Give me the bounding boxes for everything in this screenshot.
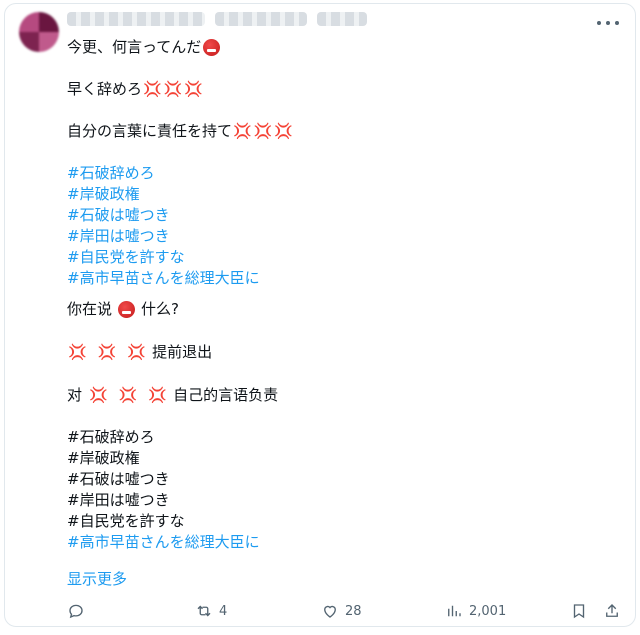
translated-hashtag: #岸田は嘘つき	[67, 491, 170, 509]
views-count: 2,001	[469, 603, 507, 619]
hashtag-link[interactable]: #岸破政権	[67, 184, 607, 205]
action-bar: 4 28 2,001	[67, 602, 619, 622]
text-line: 今更、何言ってんだ	[67, 37, 607, 58]
timestamp-redacted[interactable]	[317, 12, 367, 26]
hashtag-link[interactable]: #自民党を許すな	[67, 247, 607, 268]
translation-line: 你在说 什么?	[67, 299, 607, 320]
reply-icon	[69, 604, 83, 619]
anger-symbol-icon: 💢	[184, 80, 204, 98]
hashtag-link[interactable]: #高市早苗さんを総理大臣に	[67, 268, 607, 289]
translated-hashtag: #石破は嘘つき	[67, 470, 170, 488]
anger-symbol-icon: 💢	[118, 386, 138, 404]
translation-line: 💢 💢 💢 提前退出	[67, 342, 607, 363]
text-segment: 自分の言葉に責任を持て	[67, 122, 233, 140]
translated-hashtag: #岸破政権	[67, 449, 140, 467]
anger-symbol-icon: 💢	[127, 343, 147, 361]
heart-icon	[324, 605, 336, 618]
anger-symbol-icon: 💢	[274, 122, 294, 140]
more-options-icon[interactable]	[597, 16, 619, 30]
text-segment: 早く辞めろ	[67, 80, 143, 98]
hashtag-link[interactable]: #石破辞めろ	[67, 163, 607, 184]
retweet-count: 4	[219, 603, 228, 619]
like-button[interactable]: 28	[321, 602, 362, 620]
bookmark-icon	[573, 604, 585, 619]
anger-symbol-icon: 💢	[89, 386, 108, 404]
angry-face-icon	[203, 39, 221, 56]
hashtag-link[interactable]: #岸田は嘘つき	[67, 226, 607, 247]
translation-line: 对 💢 💢 💢 自己的言语负责	[67, 385, 607, 406]
text-segment: 什么?	[141, 300, 179, 318]
text-line: 早く辞めろ 💢 💢 💢	[67, 79, 607, 100]
views-button[interactable]: 2,001	[445, 602, 506, 620]
text-segment: 对	[67, 386, 83, 404]
retweet-icon	[197, 605, 211, 617]
display-name-redacted[interactable]	[67, 12, 205, 26]
handle-redacted[interactable]	[215, 12, 307, 26]
like-count: 28	[345, 603, 362, 619]
hashtag-link[interactable]: #石破は嘘つき	[67, 205, 607, 226]
anger-symbol-icon: 💢	[163, 80, 183, 98]
anger-symbol-icon: 💢	[148, 386, 168, 404]
text-segment: 今更、何言ってんだ	[67, 38, 202, 56]
anger-symbol-icon: 💢	[143, 80, 162, 98]
hashtag-link[interactable]: #高市早苗さんを総理大臣に	[67, 532, 607, 553]
text-segment: 自己的言语负责	[173, 386, 279, 404]
show-more-link[interactable]: 显示更多	[67, 568, 127, 589]
angry-face-icon	[118, 301, 136, 318]
reply-button[interactable]	[67, 602, 91, 620]
text-segment: 提前退出	[152, 343, 213, 361]
avatar[interactable]	[19, 12, 59, 52]
share-icon	[606, 604, 618, 617]
anger-symbol-icon: 💢	[233, 122, 252, 140]
views-chart-icon	[448, 605, 461, 617]
tweet-card[interactable]: 今更、何言ってんだ 早く辞めろ 💢 💢 💢 自分の言葉に責任を持て 💢 💢 💢 …	[4, 3, 636, 627]
text-line: 自分の言葉に責任を持て 💢 💢 💢	[67, 121, 607, 142]
text-segment: 你在说	[67, 300, 113, 318]
anger-symbol-icon: 💢	[253, 122, 273, 140]
bookmark-button[interactable]	[570, 602, 588, 620]
retweet-button[interactable]: 4	[195, 602, 227, 620]
translated-hashtag: #自民党を許すな	[67, 512, 185, 530]
anger-symbol-icon: 💢	[68, 343, 87, 361]
tweet-text: 今更、何言ってんだ 早く辞めろ 💢 💢 💢 自分の言葉に責任を持て 💢 💢 💢 …	[67, 37, 607, 553]
translated-hashtag: #石破辞めろ	[67, 428, 155, 446]
anger-symbol-icon: 💢	[97, 343, 117, 361]
share-button[interactable]	[603, 602, 621, 620]
